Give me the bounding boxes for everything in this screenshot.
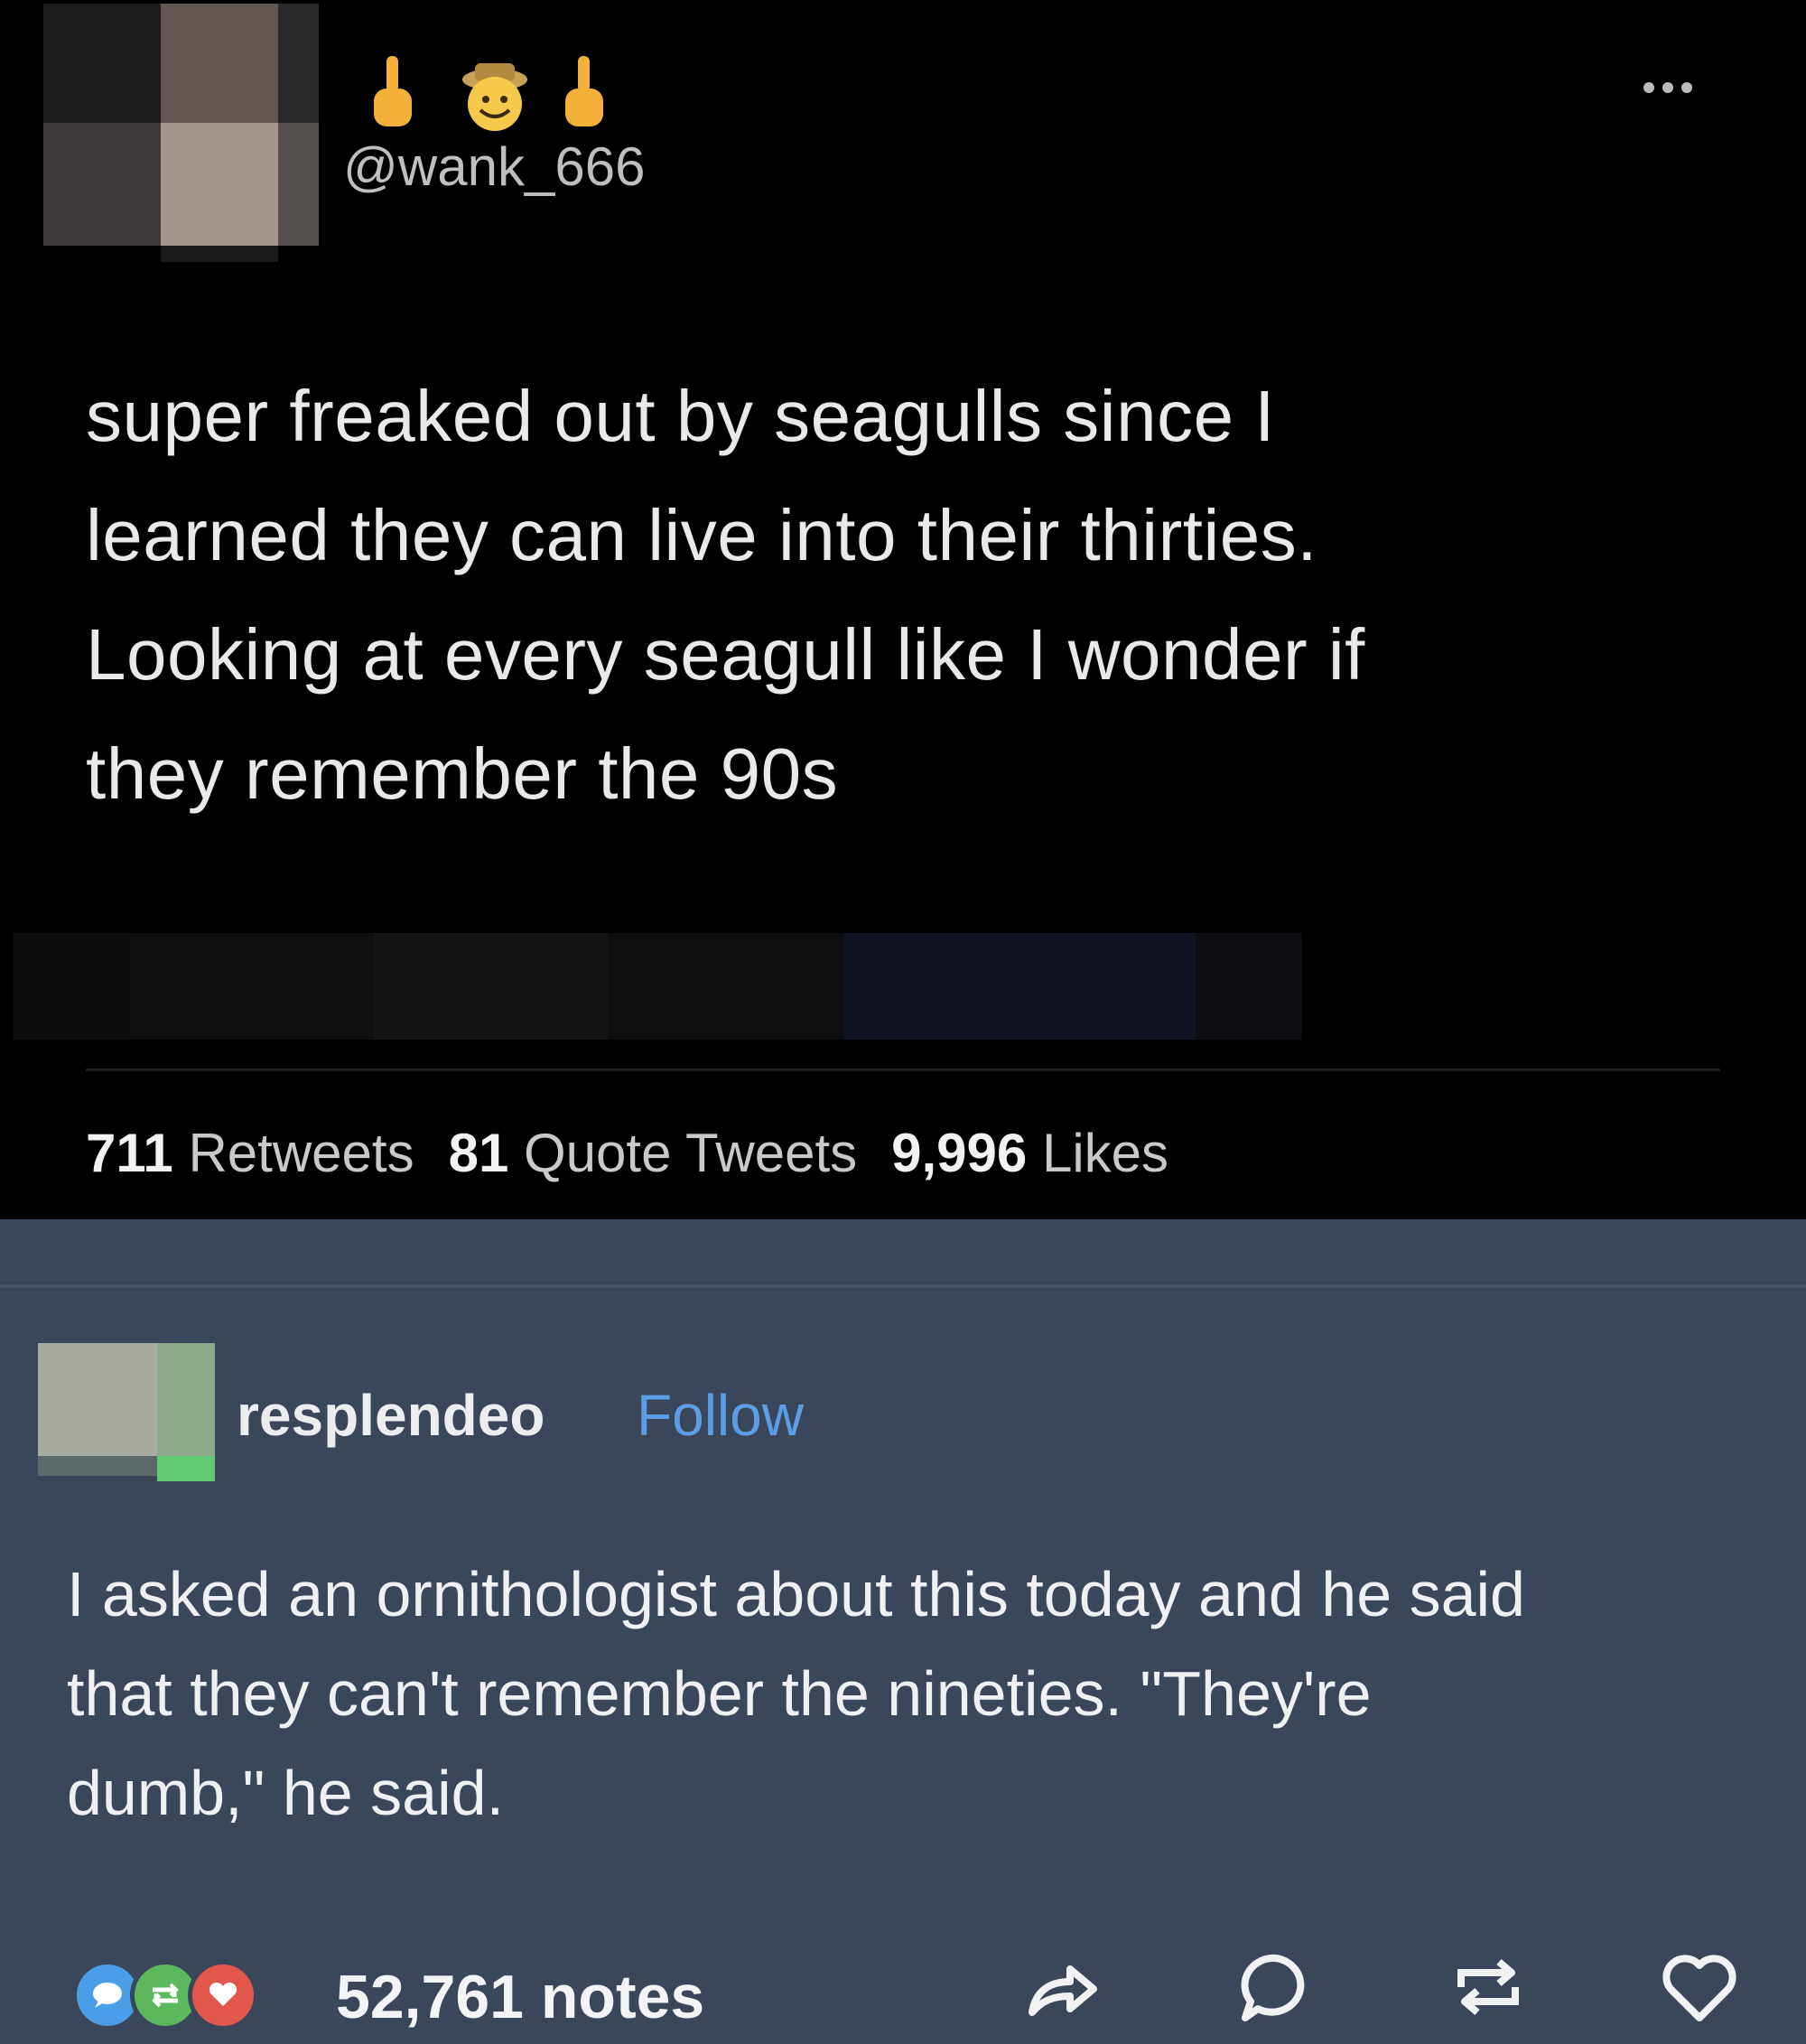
tweet-text-line: super freaked out by seagulls since I xyxy=(86,376,1276,456)
tweet-text-line: learned they can live into their thirtie… xyxy=(86,495,1317,575)
tweet-text-line: Looking at every seagull like I wonder i… xyxy=(86,614,1365,695)
stats-divider xyxy=(86,1069,1720,1071)
like-icon[interactable] xyxy=(1654,1942,1745,2032)
tweet-text: super freaked out by seagulls since I le… xyxy=(86,357,1711,834)
note-type-icons[interactable] xyxy=(72,1960,316,2032)
quote-tweets-label[interactable]: Quote Tweets xyxy=(524,1123,857,1183)
retweets-count[interactable]: 711 xyxy=(86,1123,173,1183)
display-name-emojis xyxy=(368,54,621,135)
tweet-card: @wank_666 super freaked out by seagulls … xyxy=(0,0,1806,1219)
post-text: I asked an ornithologist about this toda… xyxy=(67,1545,1764,1843)
post-text-line: that they can't remember the nineties. "… xyxy=(67,1658,1372,1729)
notes-count[interactable]: 52,761 notes xyxy=(336,1962,704,2032)
post-divider xyxy=(0,1284,1806,1288)
middle-finger-icon xyxy=(374,56,603,131)
quote-tweets-count[interactable]: 81 xyxy=(449,1123,509,1183)
retweets-label[interactable]: Retweets xyxy=(188,1123,414,1183)
follow-button[interactable]: Follow xyxy=(637,1382,804,1449)
likes-count[interactable]: 9,996 xyxy=(891,1123,1027,1183)
more-options-icon[interactable] xyxy=(1643,81,1707,99)
post-text-line: I asked an ornithologist about this toda… xyxy=(67,1559,1525,1629)
censored-avatar[interactable] xyxy=(38,1343,215,1492)
tweet-text-line: they remember the 90s xyxy=(86,733,839,814)
share-icon[interactable] xyxy=(1016,1942,1106,2032)
censored-avatar[interactable] xyxy=(43,4,319,262)
reply-icon[interactable] xyxy=(1231,1942,1321,2032)
redacted-timestamp xyxy=(13,933,1302,1040)
tumblr-username[interactable]: resplendeo xyxy=(237,1382,545,1449)
likes-label[interactable]: Likes xyxy=(1042,1123,1168,1183)
post-text-line: dumb," he said. xyxy=(67,1758,505,1828)
tweet-stats: 711 Retweets 81 Quote Tweets 9,996 Likes xyxy=(86,1122,1168,1184)
reblog-icon[interactable] xyxy=(1443,1942,1533,2032)
twitter-handle[interactable]: @wank_666 xyxy=(343,135,645,198)
like-note-icon xyxy=(188,1960,258,2030)
tumblr-post: resplendeo Follow I asked an ornithologi… xyxy=(0,1219,1806,2044)
